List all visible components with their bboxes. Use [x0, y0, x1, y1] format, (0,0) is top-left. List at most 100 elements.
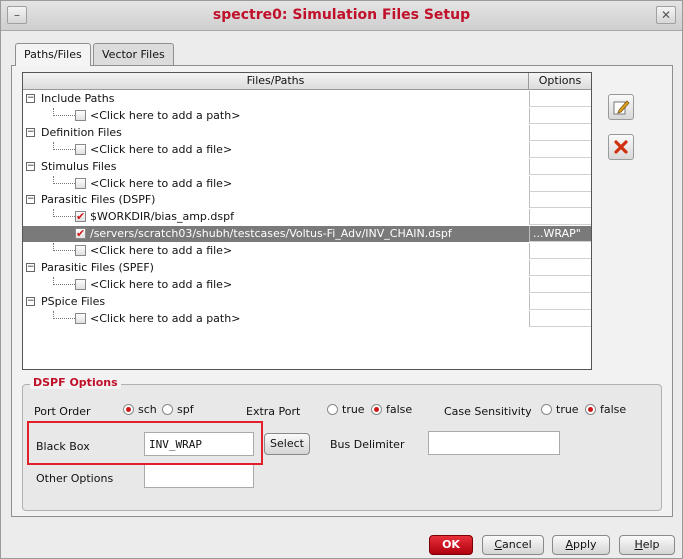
tree-group-label: Parasitic Files (DSPF) — [41, 193, 156, 207]
file-enable-checkbox[interactable] — [75, 209, 86, 224]
black-box-select-button[interactable]: Select — [264, 433, 310, 455]
file-enable-checkbox[interactable] — [75, 143, 86, 155]
file-enable-checkbox[interactable] — [75, 312, 86, 324]
case-sensitivity-true-radio[interactable] — [541, 404, 552, 415]
extra-port-label: Extra Port — [246, 405, 301, 418]
tree-group-label: Parasitic Files (SPEF) — [41, 261, 154, 274]
file-enable-checkbox[interactable] — [75, 278, 86, 290]
apply-button[interactable]: Apply — [552, 535, 610, 555]
tree-file-row[interactable]: <Click here to add a file> — [23, 175, 591, 192]
file-option-cell[interactable] — [529, 276, 591, 293]
simulation-files-setup-dialog: – spectre0: Simulation Files Setup ✕ Pat… — [0, 0, 683, 559]
tree-option-cell — [529, 91, 591, 107]
tree-file-row[interactable]: <Click here to add a file> — [23, 141, 591, 158]
tree-group-label: Definition Files — [41, 125, 122, 139]
bus-delimiter-field[interactable] — [428, 431, 560, 455]
tree-group-row[interactable]: − PSpice Files — [23, 293, 591, 310]
file-path-text[interactable]: <Click here to add a file> — [90, 176, 232, 191]
case-sensitivity-label: Case Sensitivity — [444, 405, 532, 418]
file-option-cell[interactable]: ...WRAP" — [529, 226, 591, 243]
files-paths-column-header[interactable]: Files/Paths — [23, 73, 529, 90]
cancel-button[interactable]: Cancel — [482, 535, 544, 555]
tree-group-row[interactable]: − Stimulus Files — [23, 158, 591, 175]
case-sensitivity-false-label: false — [600, 403, 627, 416]
file-path-text[interactable]: <Click here to add a path> — [90, 108, 240, 123]
tree-group-row[interactable]: − Include Paths — [23, 91, 591, 107]
tree-file-row[interactable]: /servers/scratch03/shubh/testcases/Voltu… — [23, 226, 591, 243]
extra-port-false-label: false — [386, 403, 413, 416]
bus-delimiter-label: Bus Delimiter — [330, 438, 405, 451]
options-column-header[interactable]: Options — [529, 73, 591, 90]
extra-port-true-label: true — [342, 403, 365, 416]
tree-file-row[interactable]: <Click here to add a file> — [23, 243, 591, 260]
collapse-icon[interactable]: − — [26, 296, 35, 306]
extra-port-true-radio[interactable] — [327, 404, 338, 415]
window-title: spectre0: Simulation Files Setup — [212, 7, 471, 23]
file-path-text[interactable]: /servers/scratch03/shubh/testcases/Voltu… — [90, 226, 452, 241]
file-path-text[interactable]: <Click here to add a file> — [90, 277, 232, 292]
file-option-cell[interactable] — [529, 141, 591, 158]
collapse-icon[interactable]: − — [26, 94, 35, 103]
file-path-text[interactable]: <Click here to add a file> — [90, 142, 232, 157]
tree-file-row[interactable]: <Click here to add a file> — [23, 276, 591, 293]
file-enable-checkbox[interactable] — [75, 109, 86, 121]
tree-branch-line — [53, 226, 75, 235]
tree-branch-line — [53, 310, 75, 319]
tree-option-cell — [529, 158, 591, 175]
tree-group-row[interactable]: − Parasitic Files (DSPF) — [23, 192, 591, 209]
help-button[interactable]: Help — [619, 535, 675, 555]
tree-group-label: PSpice Files — [41, 294, 106, 308]
case-sensitivity-false-radio[interactable] — [585, 404, 596, 415]
file-path-text[interactable]: <Click here to add a path> — [90, 311, 240, 326]
black-box-highlight — [27, 421, 263, 465]
file-path-text[interactable]: <Click here to add a file> — [90, 243, 232, 258]
tree-branch-line — [53, 107, 75, 116]
collapse-icon[interactable]: − — [26, 263, 35, 272]
tree-file-row[interactable]: <Click here to add a path> — [23, 310, 591, 327]
window-close-button[interactable]: ✕ — [656, 6, 676, 24]
other-options-field[interactable] — [144, 464, 254, 488]
port-order-label: Port Order — [34, 405, 91, 418]
tree-branch-line — [53, 209, 75, 218]
file-option-cell[interactable] — [529, 209, 591, 226]
dspf-options-legend: DSPF Options — [30, 376, 121, 389]
tree-file-row[interactable]: $WORKDIR/bias_amp.dspf — [23, 209, 591, 226]
file-enable-checkbox[interactable] — [75, 245, 86, 257]
close-icon: ✕ — [660, 8, 672, 22]
port-order-spf-radio[interactable] — [162, 404, 173, 415]
delete-icon — [614, 140, 628, 154]
collapse-icon[interactable]: − — [26, 127, 35, 137]
other-options-label: Other Options — [36, 472, 114, 485]
tree-option-cell — [529, 124, 591, 141]
tree-branch-line — [53, 243, 75, 252]
tab-paths-files[interactable]: Paths/Files — [15, 43, 91, 66]
tree-branch-line — [53, 175, 75, 184]
tree-branch-line — [53, 141, 75, 150]
tab-vector-files[interactable]: Vector Files — [93, 43, 174, 65]
tree-group-row[interactable]: − Definition Files — [23, 124, 591, 141]
tree-group-row[interactable]: − Parasitic Files (SPEF) — [23, 260, 591, 276]
tree-option-cell — [529, 192, 591, 209]
ok-button[interactable]: OK — [429, 535, 473, 555]
file-enable-checkbox[interactable] — [75, 177, 86, 189]
file-option-cell[interactable] — [529, 107, 591, 124]
delete-entry-button[interactable] — [608, 134, 634, 160]
files-paths-tree[interactable]: Files/Paths Options − Include Paths <Click… — [22, 72, 592, 370]
port-order-sch-label: sch — [138, 403, 157, 416]
port-order-sch-radio[interactable] — [123, 404, 134, 415]
tree-file-row[interactable]: <Click here to add a path> — [23, 107, 591, 124]
tree-option-cell — [529, 260, 591, 276]
title-bar[interactable]: – spectre0: Simulation Files Setup ✕ — [1, 1, 682, 31]
tree-header: Files/Paths Options — [23, 73, 591, 90]
file-option-cell[interactable] — [529, 310, 591, 327]
extra-port-false-radio[interactable] — [371, 404, 382, 415]
collapse-icon[interactable]: − — [26, 161, 35, 171]
file-option-cell[interactable] — [529, 243, 591, 260]
port-order-spf-label: spf — [177, 403, 194, 416]
file-path-text[interactable]: $WORKDIR/bias_amp.dspf — [90, 209, 234, 224]
file-enable-checkbox[interactable] — [75, 226, 86, 241]
file-option-cell[interactable] — [529, 175, 591, 192]
tree-group-label: Include Paths — [41, 92, 115, 105]
collapse-icon[interactable]: − — [26, 195, 35, 205]
edit-entry-button[interactable] — [608, 94, 634, 120]
